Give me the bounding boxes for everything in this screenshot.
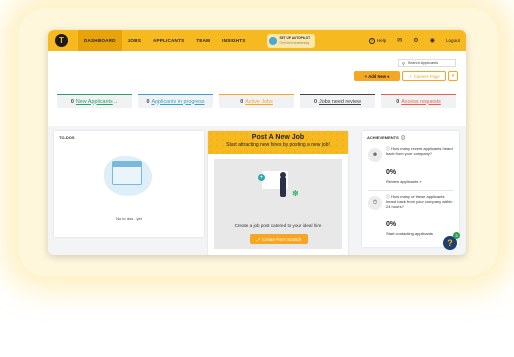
create-from-scratch-button[interactable]: ⤢ Create From Scratch <box>250 234 308 244</box>
nav-team[interactable]: TEAM <box>190 30 216 51</box>
top-nav: T DASHBOARD JOBS APPLICANTS TEAM INSIGHT… <box>48 30 466 51</box>
add-new-button[interactable]: + Add New ▾ <box>354 71 400 81</box>
stat-number: 0 <box>70 98 74 105</box>
post-job-panel: Post A New Job Start attracting new hire… <box>208 131 348 255</box>
todos-panel: TO-DOS No to dos . yet <box>54 131 204 237</box>
help-label: Help <box>376 38 387 43</box>
post-job-header: Post A New Job Start attracting new hire… <box>208 131 348 154</box>
achievement-question: ⓘ How many of these applicants heard bac… <box>386 194 454 210</box>
todos-empty-text: No to dos . yet <box>116 216 142 221</box>
achievements-title: ACHIEVEMENTS <box>367 135 399 140</box>
more-options-button[interactable]: ▾ <box>448 71 458 81</box>
careers-page-button[interactable]: ↗ Careers Page <box>402 71 446 81</box>
calendar-icon <box>112 161 142 185</box>
divider <box>368 190 454 191</box>
stat-active-jobs[interactable]: 0 Active Jobs <box>219 94 294 108</box>
chat-bubble-icon: ☻ <box>368 148 382 162</box>
achievements-title-row: ACHIEVEMENTS ⓘ <box>362 131 459 145</box>
logout-link[interactable]: Logout <box>446 38 460 43</box>
achievement-question-text: How many of these applicants heard back … <box>386 194 453 210</box>
nav-insights[interactable]: INSIGHTS <box>216 30 251 51</box>
achievement-item: ⏱ ⓘ How many of these applicants heard b… <box>368 194 454 242</box>
stat-label: Applicants in progress <box>151 98 205 105</box>
search-label: Search Applicants <box>407 61 439 65</box>
review-applicants-link[interactable]: Review applicants » <box>386 179 422 184</box>
stat-label: Jobs need review <box>319 98 361 105</box>
stat-number: 0 <box>314 98 318 105</box>
person-illustration <box>280 177 286 197</box>
logo-icon[interactable]: T <box>55 34 68 47</box>
info-icon[interactable]: ⓘ <box>400 135 405 140</box>
nav-jobs[interactable]: JOBS <box>122 30 147 51</box>
careers-page-label: Careers Page <box>413 73 440 79</box>
external-link-icon: ↗ <box>408 73 412 79</box>
stat-access-requests[interactable]: 0 Access requests <box>381 94 456 108</box>
help-icon: ? <box>368 37 375 44</box>
stat-label: Active Jobs <box>245 98 273 105</box>
stat-new-applicants[interactable]: 0 New Applicants → <box>57 94 132 108</box>
post-job-subtitle: Start attracting new hires by posting a … <box>226 142 330 148</box>
stopwatch-icon: ⏱ <box>368 196 382 210</box>
achievement-percent: 0% <box>386 169 397 176</box>
expand-icon: ⤢ <box>256 236 261 242</box>
plus-icon: + <box>258 174 265 181</box>
chat-icon[interactable]: ✉ <box>397 37 402 44</box>
post-job-text: Create a job post catered to your ideal … <box>234 223 322 228</box>
achievement-item: ☻ ⓘ How many recent applicants heard bac… <box>368 146 454 188</box>
search-applicants[interactable]: ⚲ Search Applicants <box>398 59 456 67</box>
stat-label: Access requests <box>401 98 441 105</box>
post-job-body: + ✽ Create a job post catered to your id… <box>214 159 342 249</box>
create-from-scratch-label: Create From Scratch <box>262 236 302 242</box>
nav-applicants[interactable]: APPLICANTS <box>147 30 190 51</box>
plant-icon: ✽ <box>292 189 299 198</box>
stat-applicants-in-progress[interactable]: 0 Applicants in progress <box>138 94 213 108</box>
arrow-right-icon: → <box>112 98 119 105</box>
nav-dashboard[interactable]: DASHBOARD <box>78 30 122 51</box>
stat-label: New Applicants <box>75 98 113 105</box>
stat-jobs-need-review[interactable]: 0 Jobs need review <box>300 94 375 108</box>
autopilot-icon <box>269 36 278 45</box>
gear-icon[interactable]: ⚙ <box>413 37 418 44</box>
achievement-question-text: How many recent applicants heard back fr… <box>386 146 453 157</box>
search-icon: ⚲ <box>402 61 405 66</box>
autopilot-subtitle: Get hired seamlessly <box>279 40 310 45</box>
start-contacting-link[interactable]: Start contacting applicants <box>386 231 433 236</box>
app-window: T DASHBOARD JOBS APPLICANTS TEAM INSIGHT… <box>48 30 466 255</box>
stat-number: 0 <box>146 98 150 105</box>
stat-number: 0 <box>240 98 244 105</box>
todos-title: TO-DOS <box>59 135 75 140</box>
achievement-percent: 0% <box>386 221 397 228</box>
autopilot-button[interactable]: SET UP AUTOPILOT Get hired seamlessly <box>267 33 316 48</box>
account-icon[interactable]: ◉ <box>430 37 435 44</box>
help-button[interactable]: ? Help <box>368 37 387 44</box>
achievements-panel: ACHIEVEMENTS ⓘ ☻ ⓘ How many recent appli… <box>362 131 459 247</box>
achievement-question: ⓘ How many recent applicants heard back … <box>386 146 454 156</box>
post-job-title: Post A New Job <box>251 134 305 141</box>
notification-badge: 3 <box>453 232 460 239</box>
summary-panel: ⚲ Search Applicants + Add New ▾ ↗ Career… <box>48 51 466 126</box>
stat-number: 0 <box>396 98 400 105</box>
add-new-label: Add New <box>368 73 387 79</box>
